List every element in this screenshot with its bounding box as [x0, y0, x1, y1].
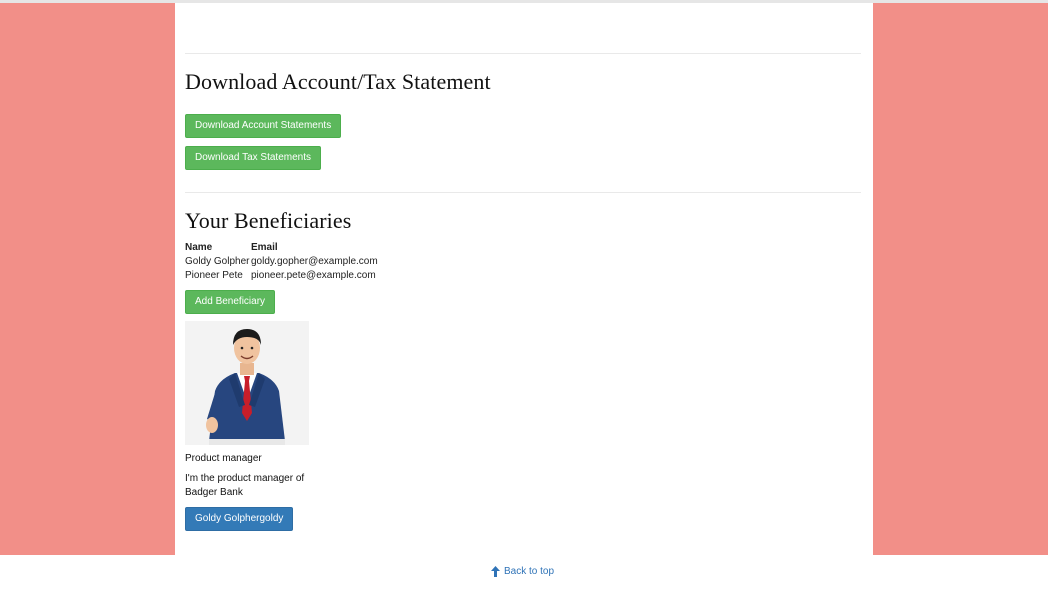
table-row: Goldy Golpher goldy.gopher@example.com	[185, 254, 425, 268]
beneficiary-email: pioneer.pete@example.com	[251, 269, 376, 281]
table-row: Pioneer Pete pioneer.pete@example.com	[185, 268, 425, 282]
back-to-top-link[interactable]: Back to top	[491, 566, 554, 577]
statements-heading: Download Account/Tax Statement	[185, 69, 491, 94]
beneficiary-name: Pioneer Pete	[185, 269, 243, 281]
divider	[185, 53, 861, 54]
beneficiaries-heading: Your Beneficiaries	[185, 208, 352, 233]
column-header-email: Email	[251, 241, 278, 253]
divider	[185, 192, 861, 193]
download-account-statements-button[interactable]: Download Account Statements	[185, 114, 342, 138]
main-panel: Download Account/Tax Statement Download …	[175, 3, 873, 555]
download-tax-statements-button[interactable]: Download Tax Statements	[185, 146, 321, 170]
column-header-name: Name	[185, 241, 213, 253]
beneficiary-email: goldy.gopher@example.com	[251, 255, 378, 267]
table-header-row: Name Email	[185, 240, 425, 254]
businessman-portrait-image	[185, 321, 309, 445]
profile-button[interactable]: Goldy Golphergoldy	[185, 507, 294, 531]
profile-title: Product manager	[185, 453, 262, 464]
main-content: Download Account/Tax Statement Download …	[185, 3, 861, 555]
back-to-top-label: Back to top	[504, 566, 555, 577]
profile-description: I'm the product manager of Badger Bank	[185, 473, 305, 498]
businessman-illustration	[206, 329, 285, 445]
beneficiary-name: Goldy Golpher	[185, 255, 250, 267]
arrow-up-icon	[491, 566, 500, 577]
beneficiaries-table: Name Email Goldy Golpher goldy.gopher@ex…	[185, 240, 425, 282]
add-beneficiary-button[interactable]: Add Beneficiary	[185, 290, 276, 314]
